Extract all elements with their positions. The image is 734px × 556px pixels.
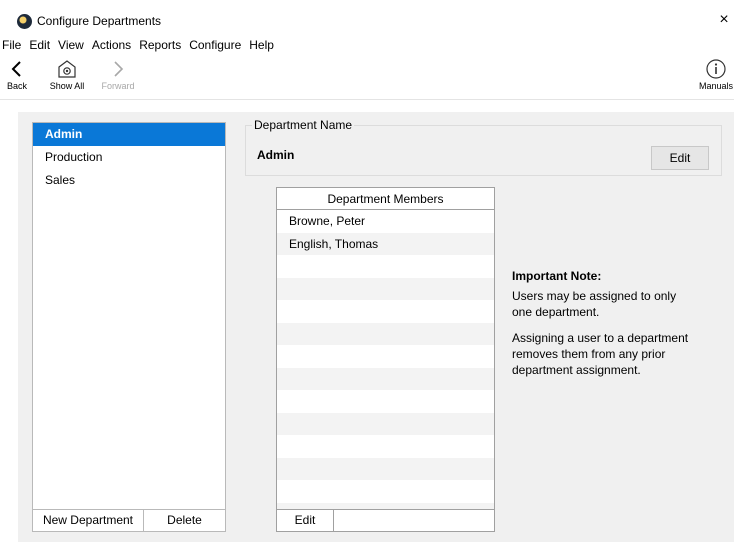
departments-panel: Admin Production Sales New Department De… (32, 122, 226, 532)
departments-list: Admin Production Sales (33, 123, 225, 510)
show-all-button[interactable]: Show All (36, 56, 98, 100)
app-logo-icon (17, 14, 32, 29)
configure-departments-window: Configure Departments × File Edit View A… (0, 0, 734, 556)
member-row-empty (277, 480, 494, 503)
department-name-value: Admin (257, 148, 295, 162)
members-rows: Browne, Peter English, Thomas (277, 210, 494, 510)
member-row-empty (277, 322, 494, 345)
department-members-table: Department Members Browne, Peter English… (276, 187, 495, 532)
member-row-empty (277, 300, 494, 323)
department-name-legend: Department Name (252, 118, 355, 132)
close-icon[interactable]: × (716, 11, 732, 29)
forward-label: Forward (101, 81, 135, 91)
manuals-label: Manuals (698, 81, 734, 91)
menu-bar: File Edit View Actions Reports Configure… (0, 36, 278, 54)
show-all-label: Show All (49, 81, 85, 91)
info-icon (694, 56, 734, 80)
member-row-empty (277, 367, 494, 390)
department-item-admin[interactable]: Admin (33, 123, 225, 146)
note-text-1: Users may be assigned to only one depart… (512, 289, 677, 319)
member-row-empty (277, 412, 494, 435)
forward-button[interactable]: Forward (96, 56, 140, 100)
menu-help[interactable]: Help (245, 36, 278, 54)
delete-department-button[interactable]: Delete (144, 510, 225, 531)
note-title: Important Note: (512, 269, 602, 283)
member-row-empty (277, 457, 494, 480)
chevron-left-icon (0, 56, 34, 80)
back-label: Back (6, 81, 27, 91)
member-row-empty (277, 390, 494, 413)
member-row-empty (277, 435, 494, 458)
window-title: Configure Departments (37, 14, 162, 28)
member-row[interactable]: English, Thomas (277, 232, 494, 255)
title-bar: Configure Departments × (0, 0, 734, 34)
back-button[interactable]: Back (0, 56, 34, 100)
toolbar: Back Show All Forward Manuals (0, 56, 734, 100)
menu-edit[interactable]: Edit (25, 36, 54, 54)
manuals-button[interactable]: Manuals (694, 56, 734, 100)
gear-house-icon (36, 56, 98, 80)
member-row-empty (277, 345, 494, 368)
member-row[interactable]: Browne, Peter (277, 210, 494, 233)
edit-members-button[interactable]: Edit (277, 510, 334, 531)
menu-view[interactable]: View (54, 36, 88, 54)
menu-configure[interactable]: Configure (185, 36, 245, 54)
member-row-empty (277, 255, 494, 278)
member-row-empty (277, 277, 494, 300)
chevron-right-icon (96, 56, 140, 80)
department-item-production[interactable]: Production (33, 146, 225, 169)
department-buttons: New Department Delete (33, 509, 225, 531)
members-column-header[interactable]: Department Members (277, 188, 494, 210)
members-footer: Edit (277, 509, 494, 531)
menu-file[interactable]: File (0, 36, 25, 54)
new-department-button[interactable]: New Department (33, 510, 144, 531)
note-text-2: Assigning a user to a department removes… (512, 331, 689, 377)
menu-actions[interactable]: Actions (88, 36, 135, 54)
important-note: Important Note: Users may be assigned to… (512, 268, 712, 378)
menu-reports[interactable]: Reports (135, 36, 185, 54)
department-item-sales[interactable]: Sales (33, 169, 225, 192)
edit-department-name-button[interactable]: Edit (651, 146, 709, 170)
